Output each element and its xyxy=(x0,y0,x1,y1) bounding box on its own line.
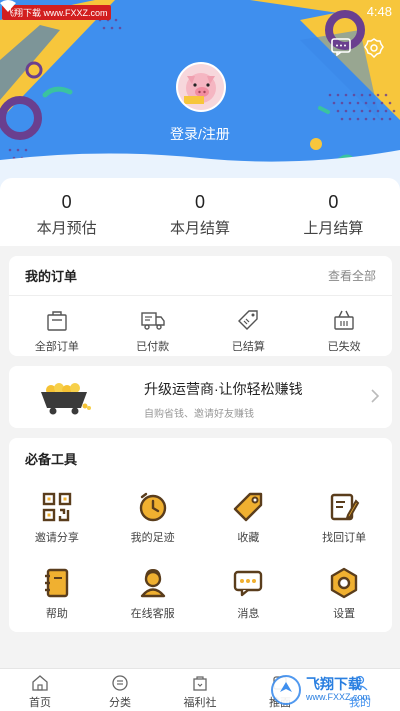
tool-label: 帮助 xyxy=(45,608,68,620)
tool-label: 收藏 xyxy=(237,532,260,544)
upgrade-operator-banner[interactable]: 升级运营商·让你轻松赚钱 自购省钱、邀请好友赚钱 xyxy=(9,366,392,428)
stat-value: 0 xyxy=(328,192,339,212)
category-icon xyxy=(112,675,128,691)
view-all-orders-link[interactable]: 查看全部 xyxy=(328,267,376,284)
order-paid-label: 已付款 xyxy=(136,341,170,353)
tool-label: 在线客服 xyxy=(130,608,175,620)
tool-label: 消息 xyxy=(237,608,260,620)
order-all-button[interactable]: 全部订单 xyxy=(9,296,105,354)
tab-welfare[interactable]: 福利社 xyxy=(160,669,240,711)
avatar[interactable] xyxy=(176,62,226,112)
order-expired-label: 已失效 xyxy=(327,341,361,353)
tool-label: 我的足迹 xyxy=(130,532,175,544)
order-expired-button[interactable]: 已失效 xyxy=(296,296,392,354)
tag-icon xyxy=(238,310,259,330)
tab-label: 分类 xyxy=(109,697,131,709)
watermark-logo: 飞翔下载 www.FXXZ.com xyxy=(270,672,392,708)
document-pen-icon xyxy=(330,493,360,521)
watermark-title: 飞翔下载 xyxy=(306,676,362,692)
tab-category[interactable]: 分类 xyxy=(80,669,160,711)
stat-label: 上月结算 xyxy=(303,220,364,237)
agent-icon xyxy=(140,568,165,598)
tool-label: 设置 xyxy=(333,608,356,620)
tool-retrieve-order[interactable]: 找回订单 xyxy=(296,482,392,554)
tool-favorites[interactable]: 收藏 xyxy=(201,482,297,554)
watermark-label: 飞翔下载 www.FXXZ.com xyxy=(2,5,111,20)
tool-messages[interactable]: 消息 xyxy=(201,558,297,630)
tab-home[interactable]: 首页 xyxy=(0,669,80,711)
shopping-bag-icon xyxy=(47,311,67,331)
stat-this-month-estimate[interactable]: 0 本月预估 xyxy=(0,178,133,246)
stat-last-month-settled[interactable]: 0 上月结算 xyxy=(267,178,400,246)
tool-label: 找回订单 xyxy=(322,532,367,544)
stat-this-month-settled[interactable]: 0 本月结算 xyxy=(133,178,266,246)
qr-code-icon xyxy=(42,492,72,522)
tool-my-footprint[interactable]: 我的足迹 xyxy=(105,482,201,554)
order-paid-button[interactable]: 已付款 xyxy=(105,296,201,354)
tools-title: 必备工具 xyxy=(25,451,78,467)
promo-subtitle: 自购省钱、邀请好友赚钱 xyxy=(144,409,254,420)
message-icon[interactable] xyxy=(331,38,353,60)
stat-value: 0 xyxy=(194,192,205,212)
my-orders-card: 我的订单 查看全部 全部订单 已付款 已结算 已失效 xyxy=(9,256,392,356)
tab-label: 首页 xyxy=(29,697,51,709)
stat-label: 本月预估 xyxy=(36,220,97,237)
delivery-truck-icon xyxy=(140,312,165,330)
gear-icon xyxy=(330,567,358,599)
order-settled-label: 已结算 xyxy=(231,341,265,353)
basket-icon xyxy=(334,310,354,330)
stat-value: 0 xyxy=(61,192,72,212)
orders-title: 我的订单 xyxy=(25,269,78,284)
tool-settings[interactable]: 设置 xyxy=(296,558,392,630)
tool-online-service[interactable]: 在线客服 xyxy=(105,558,201,630)
settings-gear-icon[interactable] xyxy=(364,38,386,60)
watermark-url: www.FXXZ.com xyxy=(306,692,371,702)
essential-tools-card: 必备工具 邀请分享 我的足迹 收藏 找回订单 帮助 在线客服 消息 设置 xyxy=(9,438,392,632)
mine-cart-icon xyxy=(41,383,91,415)
profile-header: 飞翔下载 www.FXXZ.com 4:48 登录/注册 xyxy=(0,0,400,190)
login-register-link[interactable]: 登录/注册 xyxy=(0,124,400,144)
tag-icon xyxy=(234,492,263,522)
gift-bag-icon xyxy=(193,676,207,691)
chat-icon xyxy=(234,570,263,597)
status-time: 4:48 xyxy=(366,4,392,19)
chevron-right-icon xyxy=(371,389,380,403)
order-all-label: 全部订单 xyxy=(34,341,79,353)
tool-label: 邀请分享 xyxy=(34,532,79,544)
tool-help[interactable]: 帮助 xyxy=(9,558,105,630)
wifi-icon xyxy=(0,0,16,12)
order-settled-button[interactable]: 已结算 xyxy=(201,296,297,354)
notebook-icon xyxy=(44,568,69,598)
clock-icon xyxy=(139,492,166,522)
promo-title: 升级运营商·让你轻松赚钱 xyxy=(144,381,303,397)
earnings-stats: 0 本月预估 0 本月结算 0 上月结算 xyxy=(0,178,400,246)
stat-label: 本月结算 xyxy=(169,220,230,237)
home-icon xyxy=(32,675,48,691)
tab-label: 福利社 xyxy=(183,697,217,709)
tool-invite-share[interactable]: 邀请分享 xyxy=(9,482,105,554)
pig-avatar-icon xyxy=(178,64,224,110)
